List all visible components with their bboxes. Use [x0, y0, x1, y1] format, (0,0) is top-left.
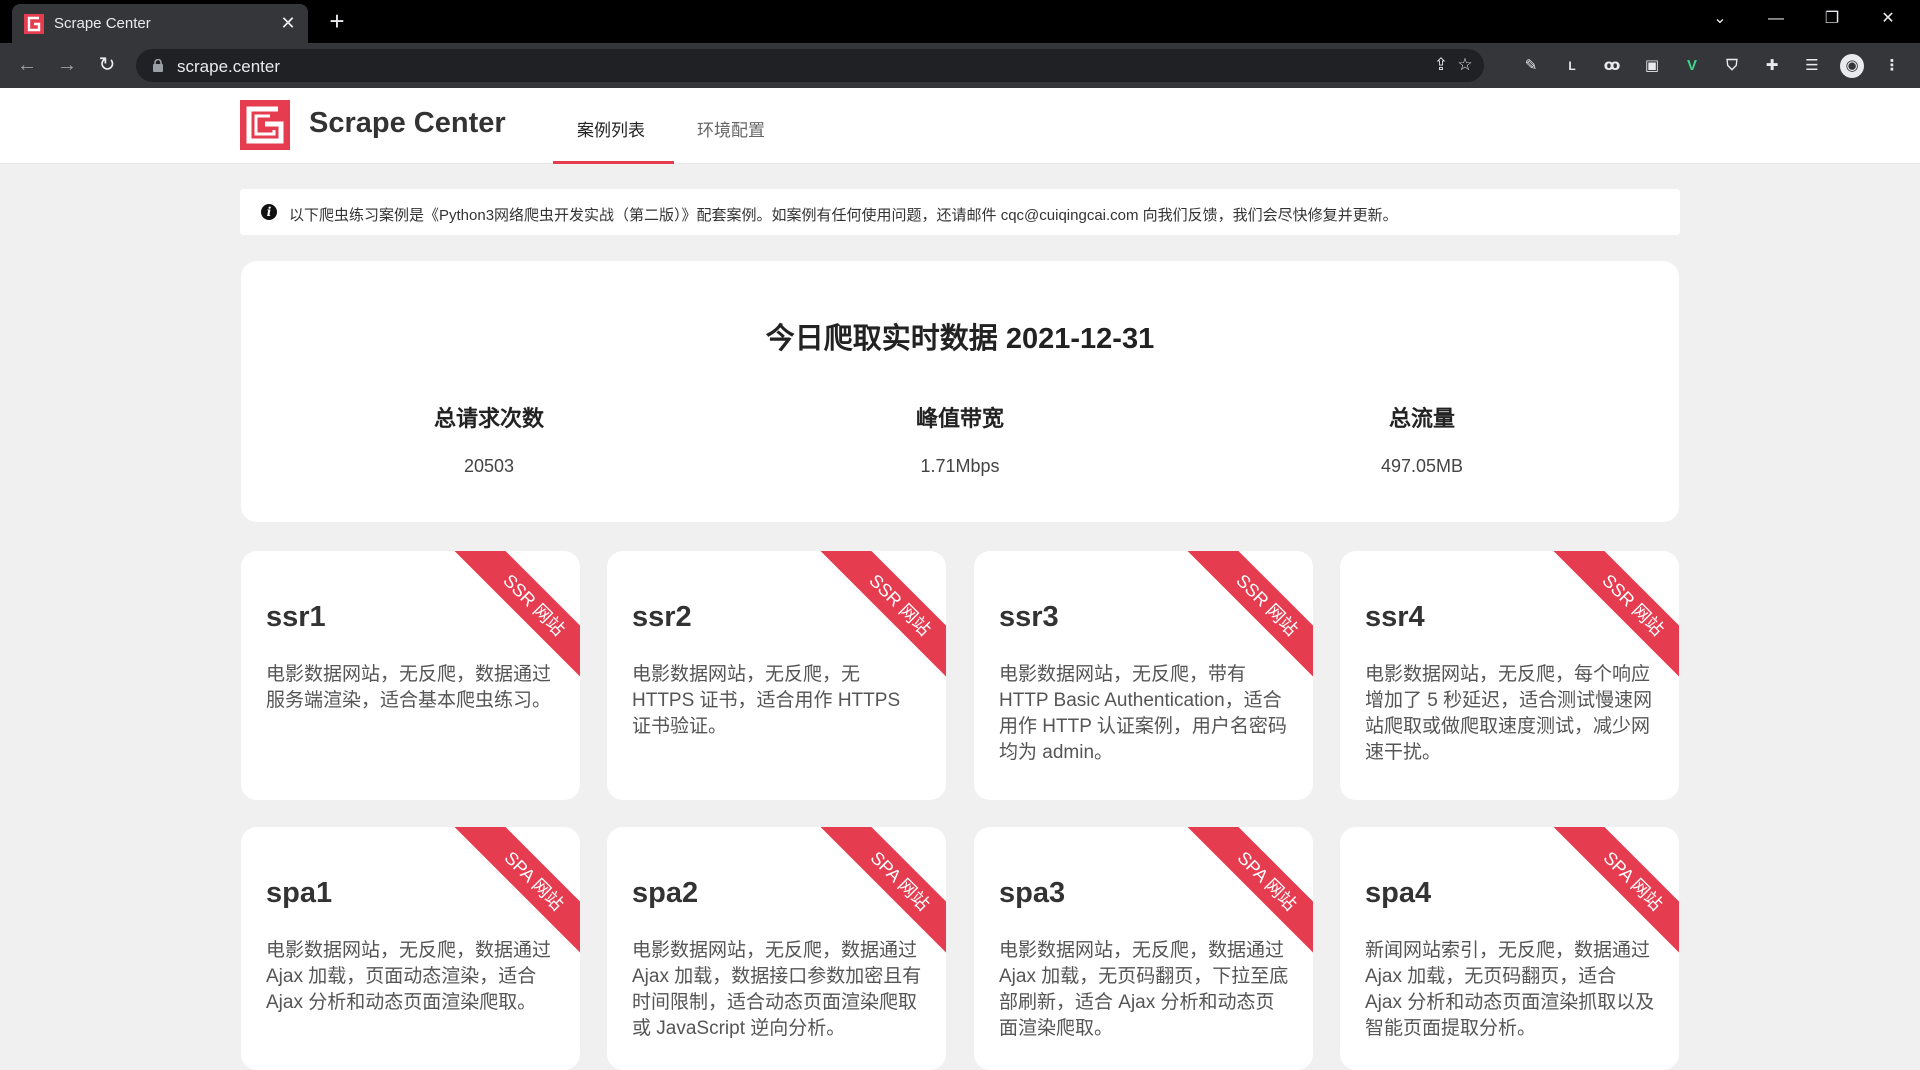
- case-title[interactable]: spa1: [266, 877, 332, 910]
- scrape-center-favicon-icon: [24, 14, 44, 34]
- browser-toolbar: ← → ↻ scrape.center ⇪ ☆ ✎ L ꝏ ▣ V ⛉ ✚ ☰ …: [0, 43, 1920, 88]
- case-description: 电影数据网站，无反爬，数据通过服务端渲染，适合基本爬虫练习。: [266, 664, 552, 711]
- bookmark-star-icon[interactable]: ☆: [1454, 54, 1476, 76]
- stat-value: 497.05MB: [1380, 456, 1464, 476]
- case-description: 新闻网站索引，无反爬，数据通过 Ajax 加载，无页码翻页，适合 Ajax 分析…: [1365, 940, 1655, 1039]
- reading-list-icon[interactable]: ☰: [1800, 54, 1824, 78]
- case-card-spa1[interactable]: SPA 网站 spa1 电影数据网站，无反爬，数据通过 Ajax 加载，页面动态…: [241, 827, 580, 1070]
- case-title[interactable]: ssr2: [632, 601, 692, 634]
- case-description: 电影数据网站，无反爬，数据通过 Ajax 加载，页面动态渲染，适合 Ajax 分…: [266, 940, 552, 1013]
- profile-avatar-icon[interactable]: ◉: [1840, 54, 1864, 78]
- case-title[interactable]: ssr3: [999, 601, 1059, 634]
- case-card-ssr1[interactable]: SSR 网站 ssr1 电影数据网站，无反爬，数据通过服务端渲染，适合基本爬虫练…: [241, 551, 580, 800]
- case-description: 电影数据网站，无反爬，数据通过 Ajax 加载，无页码翻页，下拉至底部刷新，适合…: [999, 940, 1289, 1039]
- info-icon: i: [261, 204, 277, 220]
- case-title[interactable]: ssr1: [266, 601, 326, 634]
- notice-text: 以下爬虫练习案例是《Python3网络爬虫开发实战（第二版）》配套案例。如案例有…: [289, 207, 1398, 224]
- url-text: scrape.center: [177, 57, 280, 76]
- browser-tab[interactable]: Scrape Center ✕: [12, 4, 308, 43]
- case-description: 电影数据网站，无反爬，无 HTTPS 证书，适合用作 HTTPS 证书验证。: [632, 664, 901, 737]
- back-arrow-icon[interactable]: ←: [12, 50, 42, 80]
- lock-icon: [153, 59, 163, 72]
- site-header: Scrape Center 案例列表 环境配置: [0, 88, 1920, 164]
- address-bar[interactable]: scrape.center ⇪ ☆: [136, 49, 1484, 82]
- stat-value: 1.71Mbps: [920, 456, 1000, 476]
- case-description: 电影数据网站，无反爬，每个响应增加了 5 秒延迟，适合测试慢速网站爬取或做爬取速…: [1365, 664, 1653, 763]
- realtime-stats-card: 今日爬取实时数据 2021-12-31 总请求次数 20503 峰值带宽 1.7…: [241, 261, 1679, 522]
- site-brand-title[interactable]: Scrape Center: [309, 107, 506, 140]
- scrape-center-logo[interactable]: [240, 100, 290, 150]
- close-window-button[interactable]: ✕: [1860, 0, 1916, 40]
- case-title[interactable]: spa2: [632, 877, 698, 910]
- case-title[interactable]: spa4: [1365, 877, 1431, 910]
- case-description: 电影数据网站，无反爬，带有 HTTP Basic Authentication，…: [999, 664, 1287, 763]
- stats-title: 今日爬取实时数据 2021-12-31: [765, 323, 1155, 355]
- forward-arrow-icon[interactable]: →: [52, 50, 82, 80]
- case-title[interactable]: ssr4: [1365, 601, 1425, 634]
- case-card-ssr2[interactable]: SSR 网站 ssr2 电影数据网站，无反爬，无 HTTPS 证书，适合用作 H…: [607, 551, 946, 800]
- case-card-ssr3[interactable]: SSR 网站 ssr3 电影数据网站，无反爬，带有 HTTP Basic Aut…: [974, 551, 1313, 800]
- stat-total-requests: 总请求次数 20503: [259, 401, 719, 477]
- case-card-spa2[interactable]: SPA 网站 spa2 电影数据网站，无反爬，数据通过 Ajax 加载，数据接口…: [607, 827, 946, 1070]
- stat-peak-bandwidth: 峰值带宽 1.71Mbps: [730, 401, 1190, 477]
- tab-search-icon[interactable]: ⌄: [1692, 0, 1748, 40]
- browser-tab-strip: Scrape Center ✕ + ⌄ — ❐ ✕: [0, 0, 1920, 43]
- puzzle-extensions-icon[interactable]: ✚: [1760, 54, 1784, 78]
- vue-extension-icon[interactable]: V: [1680, 54, 1704, 78]
- case-title[interactable]: spa3: [999, 877, 1065, 910]
- nav-environment-config[interactable]: 环境配置: [697, 116, 765, 141]
- notice-banner: i 以下爬虫练习案例是《Python3网络爬虫开发实战（第二版）》配套案例。如案…: [240, 189, 1680, 235]
- stat-value: 20503: [463, 456, 515, 476]
- stat-label: 峰值带宽: [915, 406, 1004, 431]
- share-icon[interactable]: ⇪: [1430, 54, 1452, 76]
- pen-extension-icon[interactable]: ✎: [1519, 54, 1543, 78]
- glasses-extension-icon[interactable]: ꝏ: [1600, 54, 1624, 78]
- screen-extension-icon[interactable]: ▣: [1640, 54, 1664, 78]
- shield-extension-icon[interactable]: ⛉: [1720, 54, 1744, 78]
- l-extension-icon[interactable]: L: [1560, 54, 1584, 78]
- stat-label: 总流量: [1388, 406, 1455, 431]
- menu-dots-icon[interactable]: ⋮: [1880, 54, 1904, 78]
- stat-label: 总请求次数: [433, 406, 544, 431]
- tab-title: Scrape Center: [54, 15, 151, 32]
- nav-active-indicator: [553, 161, 674, 164]
- case-card-spa3[interactable]: SPA 网站 spa3 电影数据网站，无反爬，数据通过 Ajax 加载，无页码翻…: [974, 827, 1313, 1070]
- nav-case-list[interactable]: 案例列表: [577, 116, 645, 141]
- case-card-spa4[interactable]: SPA 网站 spa4 新闻网站索引，无反爬，数据通过 Ajax 加载，无页码翻…: [1340, 827, 1679, 1070]
- stat-total-traffic: 总流量 497.05MB: [1192, 401, 1652, 477]
- reload-icon[interactable]: ↻: [92, 50, 122, 80]
- new-tab-button[interactable]: +: [324, 8, 350, 35]
- case-card-ssr4[interactable]: SSR 网站 ssr4 电影数据网站，无反爬，每个响应增加了 5 秒延迟，适合测…: [1340, 551, 1679, 800]
- case-description: 电影数据网站，无反爬，数据通过 Ajax 加载，数据接口参数加密且有时间限制，适…: [632, 940, 922, 1039]
- tab-close-icon[interactable]: ✕: [278, 13, 298, 33]
- restore-window-button[interactable]: ❐: [1804, 0, 1860, 40]
- minimize-window-button[interactable]: —: [1748, 0, 1804, 40]
